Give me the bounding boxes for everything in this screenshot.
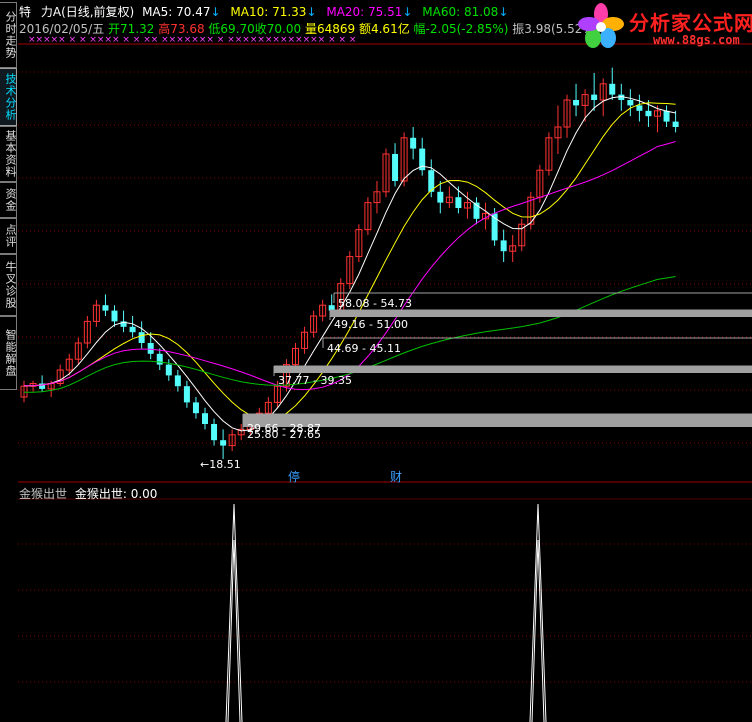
zone-label: 37.77 - 39.35 <box>278 374 352 387</box>
indicator-header: 金猴出世 金猴出世: 0.00 <box>19 485 157 502</box>
stock-name[interactable]: 力A <box>41 5 61 19</box>
side-tab-2[interactable]: 基本资料 <box>0 126 17 182</box>
zone-label: 44.69 - 45.11 <box>327 342 401 355</box>
zone-label: 49.16 - 51.00 <box>334 318 408 331</box>
candle-body <box>663 110 670 122</box>
candle-body <box>111 310 118 322</box>
candle-body <box>165 364 172 376</box>
close-value: 收70.00 <box>254 22 302 36</box>
open-value: 开71.32 <box>108 22 155 36</box>
candle-body <box>672 121 679 127</box>
candle-body <box>645 110 652 117</box>
candle-body <box>183 386 190 403</box>
candle-body <box>455 197 462 208</box>
side-tab-0[interactable]: 分时走势 <box>0 2 17 68</box>
candle-body <box>220 440 227 446</box>
side-tab-1[interactable]: 技术分析 <box>0 68 17 126</box>
candle-body <box>392 154 399 181</box>
chart-canvas[interactable] <box>18 0 752 722</box>
candle-body <box>156 353 163 365</box>
indicator-spike <box>529 503 547 722</box>
side-tab-5[interactable]: 牛叉诊股 <box>0 254 17 316</box>
candle-body <box>636 105 643 111</box>
amount-value: 额4.61亿 <box>358 22 410 36</box>
indicator-value: 金猴出世: 0.00 <box>74 487 158 501</box>
indicator-spike <box>225 503 243 722</box>
candle-body <box>573 100 580 106</box>
ma5-arrow-icon: ↓ <box>210 5 221 19</box>
side-tab-6[interactable]: 智能解盘 <box>0 316 17 390</box>
candle-body <box>211 424 218 441</box>
side-tab-bar: 分时走势 技术分析 基本资料 资金 点评 牛叉诊股 智能解盘 <box>0 0 18 722</box>
ma20-arrow-icon: ↓ <box>402 5 413 19</box>
kline-chart-area[interactable]: 特 力A(日线,前复权) MA5: 70.47↓ MA10: 71.33↓ MA… <box>18 0 752 722</box>
ma5-value: MA5: 70.47 <box>142 5 211 19</box>
candle-body <box>609 83 616 95</box>
event-marker-suspend[interactable]: 停 <box>288 468 300 485</box>
zone-label: 58.08 - 54.73 <box>338 297 412 310</box>
event-marker-finance[interactable]: 财 <box>390 468 402 485</box>
logo-url[interactable]: www.88gs.com <box>653 33 740 47</box>
side-tab-3[interactable]: 资金 <box>0 182 17 218</box>
ma10-arrow-icon: ↓ <box>306 5 317 19</box>
high-value: 高73.68 <box>158 22 205 36</box>
change-value: 幅-2.05(-2.85%) <box>413 22 509 36</box>
low-value: 低69.70 <box>208 22 255 36</box>
zone-label: 25.80 - 27.65 <box>247 428 321 441</box>
logo-title: 分析家公式网 <box>629 11 752 35</box>
volume-value: 量64869 <box>304 22 356 36</box>
low-arrow-icon: ← <box>200 458 210 471</box>
candle-body <box>102 305 109 311</box>
candle-body <box>500 240 507 252</box>
zone-band <box>274 366 752 373</box>
chart-mode[interactable]: (日线,前复权) <box>61 5 134 19</box>
candle-body <box>437 191 444 203</box>
bar-date: 2016/02/05/五 <box>19 22 105 36</box>
candle-body <box>627 100 634 106</box>
low-price-value: 18.51 <box>209 458 241 471</box>
ma10-value: MA10: 71.33 <box>230 5 307 19</box>
site-logo: 分析家公式网 www.88gs.com <box>573 2 752 50</box>
zone-band <box>330 310 752 317</box>
candle-body <box>591 94 598 100</box>
candle-body <box>202 413 208 424</box>
side-tab-4[interactable]: 点评 <box>0 218 17 254</box>
candle-body <box>147 343 154 354</box>
candle-body <box>174 375 181 387</box>
ma60-arrow-icon: ↓ <box>498 5 509 19</box>
candle-body <box>129 326 136 333</box>
stock-prefix: 特 <box>19 5 32 19</box>
candle-body <box>192 402 199 414</box>
signal-marker-row: ××××× × × ×××× × × ×× ××××××× × ××××××××… <box>28 35 357 45</box>
low-price-label: ←18.51 <box>200 458 241 471</box>
indicator-title[interactable]: 金猴出世 <box>19 487 67 501</box>
ma60-value: MA60: 81.08 <box>422 5 499 19</box>
candle-body <box>138 332 145 343</box>
header-line1: 特 力A(日线,前复权) MA5: 70.47↓ MA10: 71.33↓ MA… <box>19 3 508 20</box>
ma20-value: MA20: 75.51 <box>326 5 403 19</box>
flower-logo-icon <box>578 3 624 48</box>
candle-body <box>410 137 417 149</box>
